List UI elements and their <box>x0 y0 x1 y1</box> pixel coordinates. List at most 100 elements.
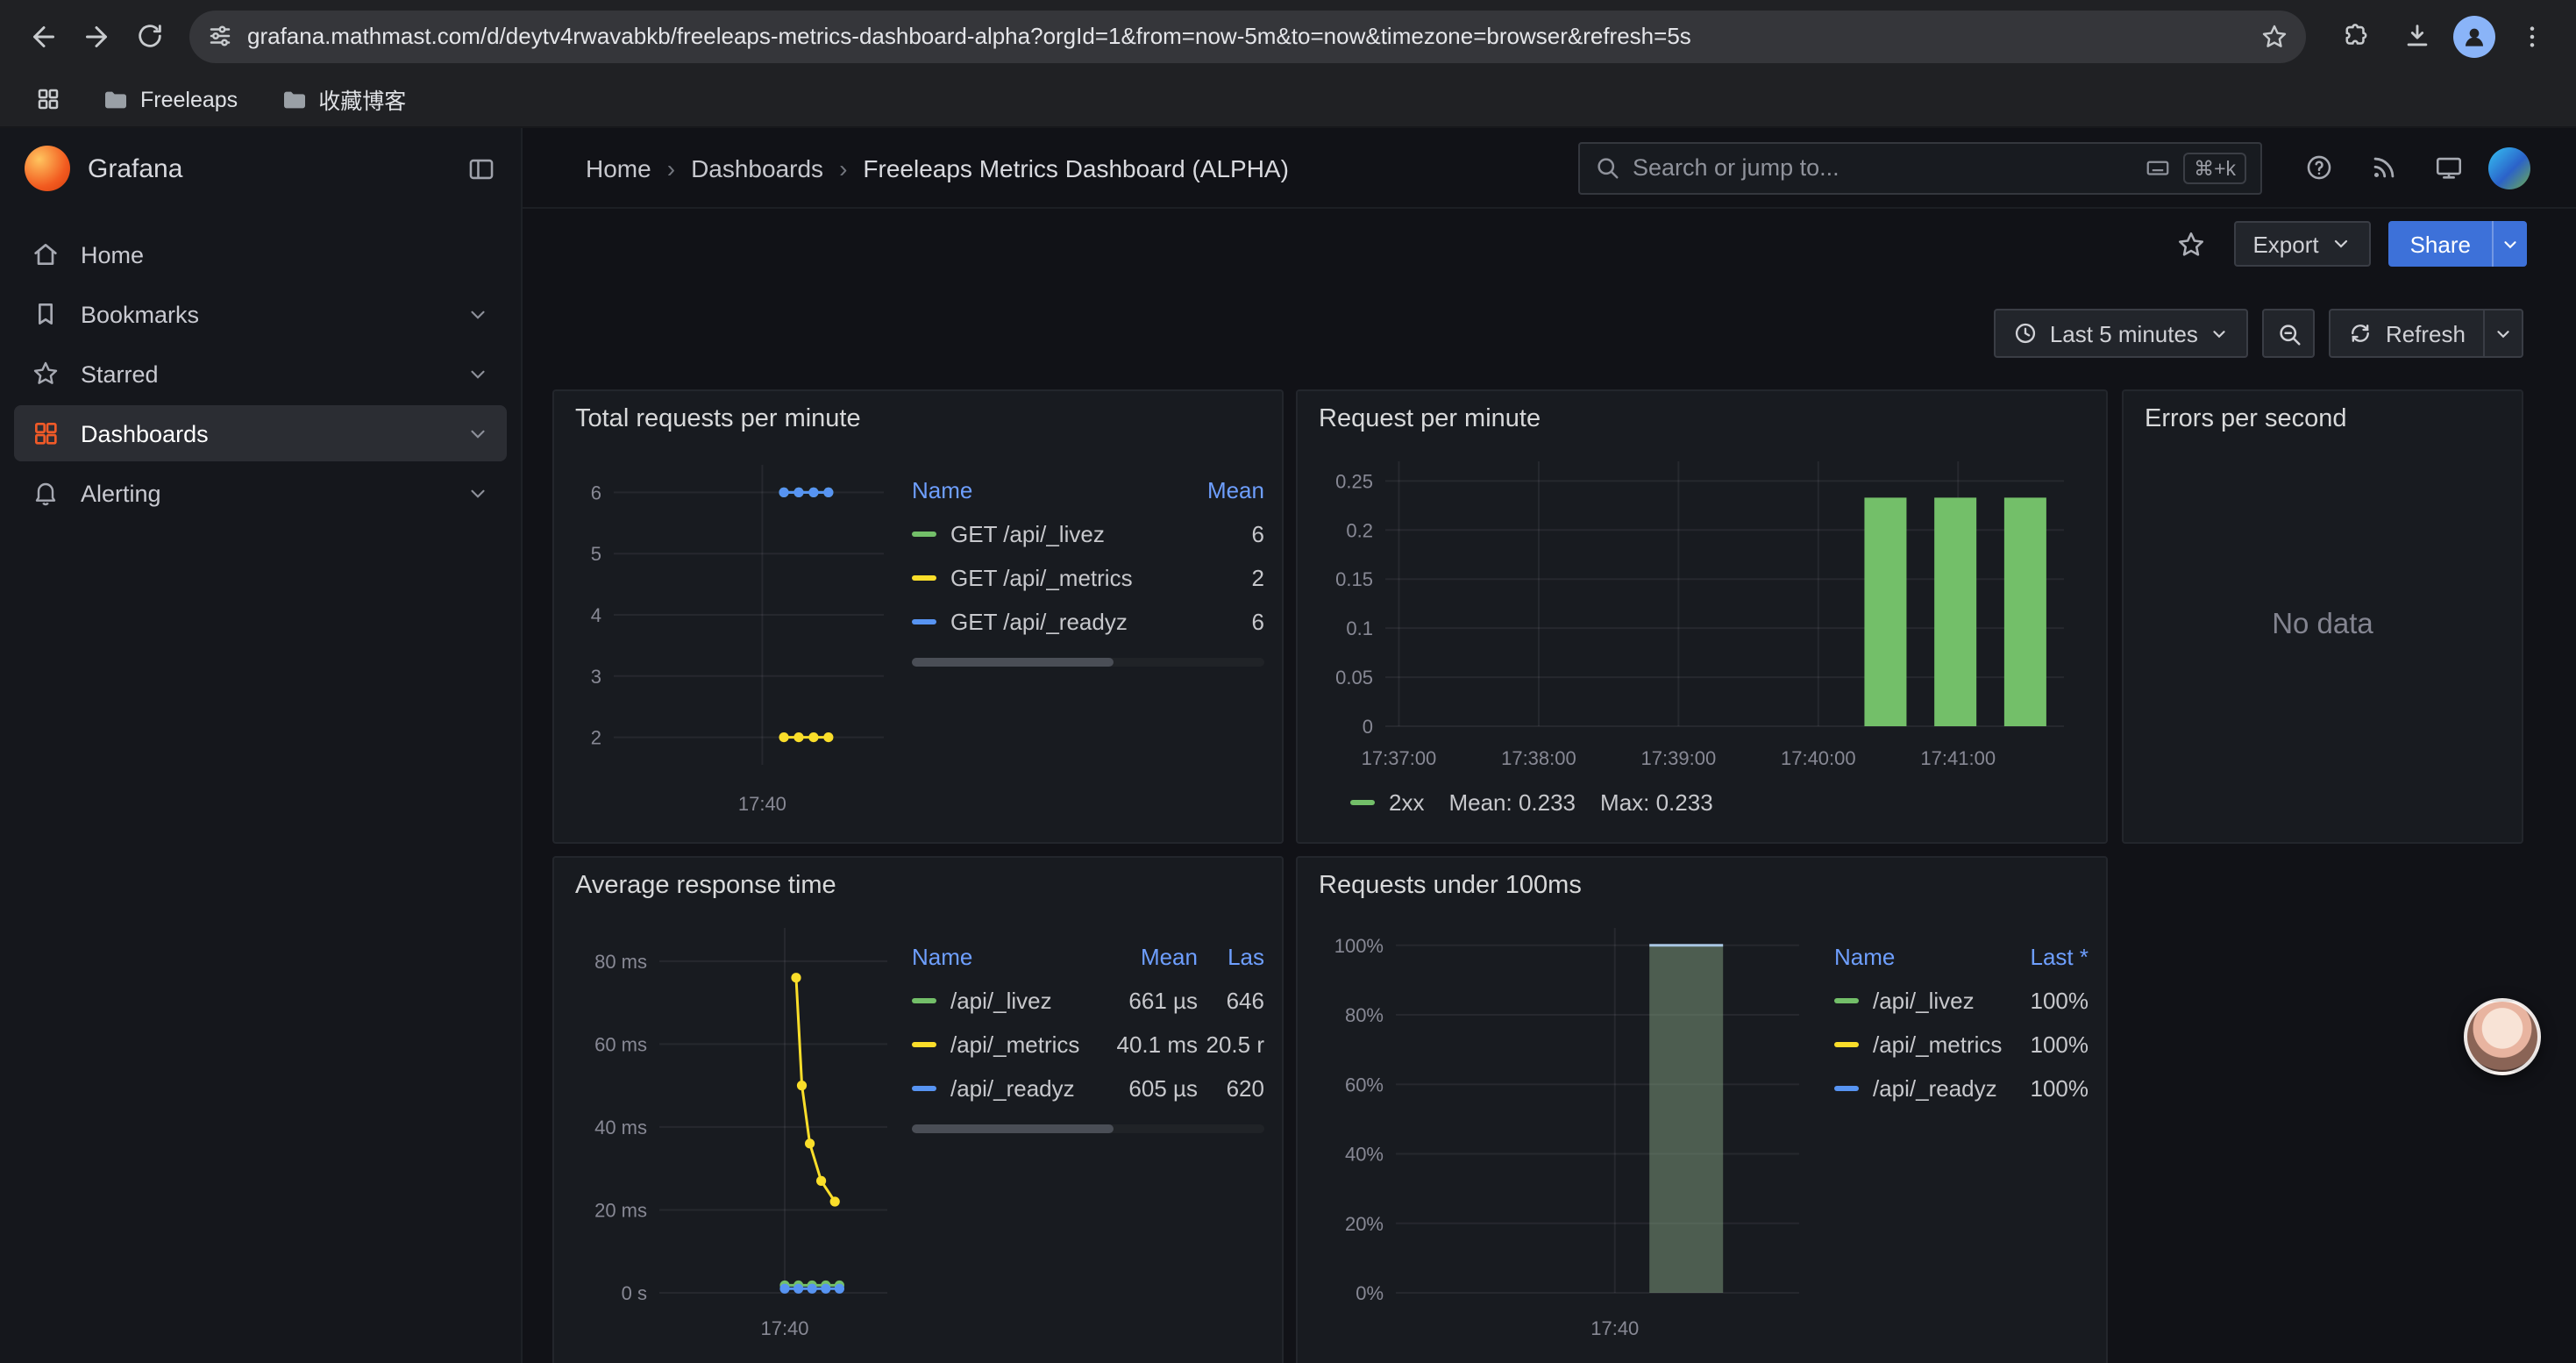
sidebar-item-starred[interactable]: Starred <box>14 346 507 402</box>
sidebar-item-alerting[interactable]: Alerting <box>14 465 507 521</box>
zoom-out-button[interactable] <box>2263 309 2316 358</box>
series-name[interactable]: /api/_readyz <box>912 1075 1096 1102</box>
chevron-down-icon[interactable] <box>466 482 489 504</box>
star-icon <box>32 360 60 388</box>
legend-row: GET /api/_readyz 6 <box>912 600 1264 644</box>
series-name[interactable]: GET /api/_livez <box>912 521 1201 547</box>
refresh-interval-dropdown[interactable] <box>2485 309 2523 358</box>
share-dropdown-button[interactable] <box>2492 221 2527 267</box>
time-range-picker[interactable]: Last 5 minutes <box>1994 309 2249 358</box>
svg-text:17:39:00: 17:39:00 <box>1641 747 1717 769</box>
share-button[interactable]: Share <box>2389 221 2492 267</box>
series-name[interactable]: GET /api/_readyz <box>912 609 1201 635</box>
extensions-icon[interactable] <box>2327 10 2380 62</box>
request-per-minute-chart[interactable]: 00.050.10.150.20.2517:37:0017:38:0017:39… <box>1315 440 2089 779</box>
sidebar-item-dashboards[interactable]: Dashboards <box>14 405 507 461</box>
legend-scrollbar[interactable] <box>912 658 1264 667</box>
brand-title: Grafana <box>88 153 182 183</box>
reload-icon <box>134 21 164 51</box>
panel-title[interactable]: Requests under 100ms <box>1298 858 2106 907</box>
legend-header-mean[interactable]: Mean <box>1096 944 1198 970</box>
scrollbar-thumb[interactable] <box>912 658 1113 667</box>
forward-button[interactable] <box>70 10 123 62</box>
browser-toolbar <box>0 0 2576 72</box>
panel-title[interactable]: Total requests per minute <box>554 391 1282 440</box>
legend-header-last[interactable]: Las <box>1198 944 1264 970</box>
user-avatar[interactable] <box>2488 146 2530 189</box>
legend-row: GET /api/_metrics 2 <box>912 556 1264 600</box>
panel-average-response-time: Average response time 0 s20 ms40 ms60 ms… <box>552 856 1284 1363</box>
help-icon[interactable] <box>2294 143 2343 192</box>
series-name[interactable]: 2xx <box>1350 789 1424 815</box>
apps-grid-icon[interactable] <box>21 73 74 125</box>
svg-text:17:38:00: 17:38:00 <box>1501 747 1576 769</box>
series-swatch <box>912 575 936 581</box>
back-button[interactable] <box>18 10 70 62</box>
grafana-sidebar: Grafana Home Bookmarks Starred <box>0 128 523 1363</box>
browser-profile-avatar[interactable] <box>2453 15 2495 57</box>
panel-title[interactable]: Average response time <box>554 858 1282 907</box>
breadcrumb-separator: › <box>839 153 847 182</box>
url-bar[interactable] <box>189 10 2306 62</box>
breadcrumb-dashboards[interactable]: Dashboards <box>691 153 823 182</box>
bookmark-blog-folder[interactable]: 收藏博客 <box>266 77 420 121</box>
refresh-button[interactable]: Refresh <box>2330 309 2485 358</box>
search-shortcut-badge: ⌘+k <box>2183 152 2246 183</box>
news-rss-icon[interactable] <box>2359 143 2408 192</box>
average-response-time-chart[interactable]: 0 s20 ms40 ms60 ms80 ms17:40 <box>572 907 898 1349</box>
monitor-icon[interactable] <box>2423 143 2473 192</box>
chevron-down-icon[interactable] <box>466 362 489 385</box>
assistant-avatar[interactable] <box>2464 998 2541 1075</box>
dashboard-actions-bar: Export Share <box>523 209 2576 279</box>
search-input[interactable] <box>1633 154 2132 181</box>
svg-text:100%: 100% <box>1334 935 1384 957</box>
legend-header-name[interactable]: Name <box>912 477 1201 503</box>
sidebar-toggle-icon[interactable] <box>466 153 496 183</box>
sidebar-item-home[interactable]: Home <box>14 226 507 282</box>
series-name[interactable]: /api/_metrics <box>912 1031 1096 1058</box>
series-mean: 40.1 ms <box>1096 1031 1198 1058</box>
url-input[interactable] <box>247 23 2246 49</box>
no-data-message: No data <box>2124 440 2522 809</box>
sidebar-item-bookmarks[interactable]: Bookmarks <box>14 286 507 342</box>
series-name[interactable]: /api/_livez <box>912 988 1096 1014</box>
legend-header-last[interactable]: Last * <box>2004 944 2089 970</box>
refresh-icon <box>2349 321 2373 346</box>
legend-header-mean[interactable]: Mean <box>1201 477 1264 503</box>
menu-kebab-icon[interactable] <box>2506 10 2558 62</box>
grafana-header: Home › Dashboards › Freeleaps Metrics Da… <box>523 128 2576 209</box>
chevron-down-icon <box>2494 324 2513 343</box>
panel-title[interactable]: Request per minute <box>1298 391 2106 440</box>
series-name[interactable]: GET /api/_metrics <box>912 565 1201 591</box>
total-requests-chart[interactable]: 2345617:40 <box>572 440 898 824</box>
svg-text:17:37:00: 17:37:00 <box>1362 747 1437 769</box>
legend-header-name[interactable]: Name <box>912 944 1096 970</box>
series-name[interactable]: /api/_metrics <box>1834 1031 2004 1058</box>
downloads-icon[interactable] <box>2390 10 2443 62</box>
legend-table: Name Mean GET /api/_livez 6 GET /api/_me… <box>912 440 1264 824</box>
reload-button[interactable] <box>123 10 175 62</box>
svg-text:17:40: 17:40 <box>1590 1317 1639 1339</box>
bookmark-freeleaps[interactable]: Freeleaps <box>88 80 252 118</box>
legend-header-name[interactable]: Name <box>1834 944 2004 970</box>
grafana-logo[interactable] <box>25 146 70 191</box>
export-button[interactable]: Export <box>2233 221 2371 267</box>
site-info-icon[interactable] <box>207 23 233 49</box>
bookmark-star-icon[interactable] <box>2260 22 2288 50</box>
requests-under-100ms-chart[interactable]: 0%20%40%60%80%100%17:40 <box>1315 907 1820 1349</box>
search-box[interactable]: ⌘+k <box>1578 141 2262 194</box>
series-last: 100% <box>2004 1031 2089 1058</box>
series-name[interactable]: /api/_livez <box>1834 988 2004 1014</box>
chevron-down-icon[interactable] <box>466 422 489 445</box>
chevron-down-icon[interactable] <box>466 303 489 325</box>
panel-total-requests: Total requests per minute 2345617:40 Nam… <box>552 389 1284 844</box>
scrollbar-thumb[interactable] <box>912 1124 1113 1133</box>
series-name[interactable]: /api/_readyz <box>1834 1075 2004 1102</box>
breadcrumb-home[interactable]: Home <box>586 153 651 182</box>
svg-text:0%: 0% <box>1356 1282 1384 1304</box>
legend-inline: 2xx Mean: 0.233 Max: 0.233 <box>1298 779 2106 824</box>
series-mean: 661 µs <box>1096 988 1198 1014</box>
legend-scrollbar[interactable] <box>912 1124 1264 1133</box>
panel-title[interactable]: Errors per second <box>2124 391 2522 440</box>
favorite-star-button[interactable] <box>2167 219 2216 268</box>
